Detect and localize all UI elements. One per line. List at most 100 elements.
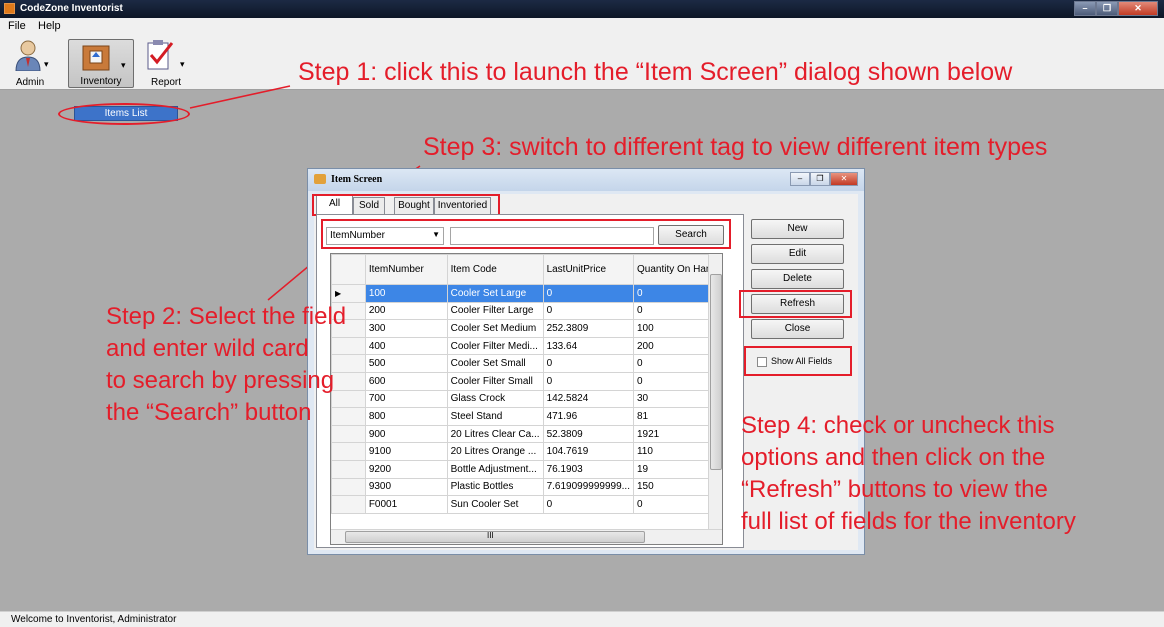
table-cell[interactable]: 76.1903 xyxy=(542,459,634,479)
table-cell[interactable]: Glass Crock xyxy=(446,389,544,409)
table-cell[interactable]: 471.96 xyxy=(542,407,634,426)
dialog-title: Item Screen xyxy=(331,174,383,185)
vertical-scroll-thumb[interactable] xyxy=(710,274,722,470)
table-cell[interactable]: Steel Stand xyxy=(446,407,544,426)
table-cell[interactable]: Sun Cooler Set xyxy=(446,495,544,514)
table-row[interactable]: 9100 20 Litres Orange ... 104.7619 110 xyxy=(331,442,722,461)
annotation-step4: Step 4: check or uncheck this options an… xyxy=(741,410,1076,538)
table-cell[interactable]: 0 xyxy=(542,495,634,514)
table-row[interactable]: 500 Cooler Set Small 0 0 xyxy=(331,354,722,373)
table-cell[interactable]: 0 xyxy=(542,371,634,391)
table-cell[interactable]: Plastic Bottles xyxy=(446,477,544,497)
table-cell[interactable]: 20 Litres Clear Ca... xyxy=(446,424,544,444)
table-cell[interactable]: 500 xyxy=(364,354,448,373)
table-cell[interactable]: 600 xyxy=(364,371,448,391)
annotation-step2-line2: and enter wild card xyxy=(106,335,309,362)
row-header[interactable] xyxy=(331,459,366,479)
dialog-minimize-button[interactable]: – xyxy=(790,172,810,186)
table-cell[interactable]: 800 xyxy=(364,407,448,426)
table-row[interactable]: 300 Cooler Set Medium 252.3809 100 xyxy=(331,319,722,338)
table-cell[interactable]: F0001 xyxy=(364,495,448,514)
annotation-step2-line1: Step 2: Select the field xyxy=(106,303,347,330)
table-cell[interactable]: 9300 xyxy=(364,477,448,497)
edit-button[interactable]: Edit xyxy=(751,244,844,264)
table-row[interactable]: ▶ 100 Cooler Set Large 0 0 xyxy=(331,284,722,303)
annotation-box-search xyxy=(321,219,731,249)
table-cell[interactable]: 100 xyxy=(364,284,448,303)
table-row[interactable]: 800 Steel Stand 471.96 81 xyxy=(331,407,722,426)
table-cell[interactable]: 20 Litres Orange ... xyxy=(446,442,544,461)
horizontal-scroll-thumb[interactable] xyxy=(345,531,645,543)
table-row[interactable]: 600 Cooler Filter Small 0 0 xyxy=(331,371,722,391)
table-cell[interactable]: Cooler Set Medium xyxy=(446,319,544,338)
table-cell[interactable]: 400 xyxy=(364,336,448,356)
table-cell[interactable]: Cooler Filter Small xyxy=(446,371,544,391)
annotation-box-refresh xyxy=(739,290,852,318)
tab-panel: ItemNumber ▼ Search ItemNumber Item Code xyxy=(316,214,744,548)
table-cell[interactable]: 900 xyxy=(364,424,448,444)
annotation-step4-line4: full list of fields for the inventory xyxy=(741,508,1076,535)
annotation-step2-line4: the “Search” button xyxy=(106,399,312,426)
table-cell[interactable]: 0 xyxy=(542,284,634,303)
vertical-scrollbar[interactable] xyxy=(708,254,722,530)
dialog-maximize-button[interactable]: ❐ xyxy=(810,172,830,186)
table-cell[interactable]: 252.3809 xyxy=(542,319,634,338)
annotation-step4-line1: Step 4: check or uncheck this xyxy=(741,412,1055,439)
table-row[interactable]: 9200 Bottle Adjustment... 76.1903 19 xyxy=(331,459,722,479)
new-button[interactable]: New xyxy=(751,219,844,239)
table-cell[interactable]: 52.3809 xyxy=(542,424,634,444)
table-row[interactable]: 200 Cooler Filter Large 0 0 xyxy=(331,301,722,321)
table-row[interactable]: 400 Cooler Filter Medi... 133.64 200 xyxy=(331,336,722,356)
table-body: ▶ 100 Cooler Set Large 0 0 200 Cooler Filter L… xyxy=(331,284,722,514)
dialog-close-button[interactable]: ✕ xyxy=(830,172,858,186)
table-cell[interactable]: 142.5824 xyxy=(542,389,634,409)
table-cell[interactable]: 104.7619 xyxy=(542,442,634,461)
scroll-grip-mark: III xyxy=(487,531,494,540)
table-cell[interactable]: 0 xyxy=(542,354,634,373)
table-cell[interactable]: 9100 xyxy=(364,442,448,461)
table-cell[interactable]: Cooler Set Large xyxy=(446,284,544,303)
dialog-window-controls: – ❐ ✕ xyxy=(790,172,858,186)
annotation-step2-line3: to search by pressing xyxy=(106,367,335,394)
annotation-box-tabs xyxy=(312,194,500,216)
row-header[interactable]: ▶ xyxy=(331,284,366,303)
step1-line xyxy=(189,85,291,109)
table-row[interactable]: 900 20 Litres Clear Ca... 52.3809 1921 xyxy=(331,424,722,444)
table-cell[interactable]: Cooler Set Small xyxy=(446,354,544,373)
column-header-itemnumber[interactable]: ItemNumber xyxy=(364,254,448,285)
table-cell[interactable]: 300 xyxy=(364,319,448,338)
annotation-step3: Step 3: switch to different tag to view … xyxy=(423,133,1048,161)
row-header[interactable] xyxy=(331,442,366,461)
table-cell[interactable]: Cooler Filter Medi... xyxy=(446,336,544,356)
table-cell[interactable]: 200 xyxy=(364,301,448,321)
table-row[interactable]: F0001 Sun Cooler Set 0 0 xyxy=(331,495,722,514)
table-cell[interactable]: Bottle Adjustment... xyxy=(446,459,544,479)
items-grid[interactable]: ItemNumber Item Code LastUnitPrice Quant… xyxy=(330,253,723,545)
annotation-box-checkbox xyxy=(744,346,852,376)
table-row[interactable]: 700 Glass Crock 142.5824 30 xyxy=(331,389,722,409)
delete-button[interactable]: Delete xyxy=(751,269,844,289)
table-cell[interactable]: 0 xyxy=(542,301,634,321)
table-cell[interactable]: 9200 xyxy=(364,459,448,479)
column-header-last-unit-price[interactable]: LastUnitPrice xyxy=(542,254,634,285)
table-cell[interactable]: Cooler Filter Large xyxy=(446,301,544,321)
close-dialog-button[interactable]: Close xyxy=(751,319,844,339)
dialog-icon xyxy=(314,174,326,184)
row-header[interactable] xyxy=(331,477,366,497)
annotation-step2: Step 2: Select the field and enter wild … xyxy=(106,301,346,429)
horizontal-scrollbar[interactable]: III xyxy=(331,529,722,544)
column-header-item-code[interactable]: Item Code xyxy=(446,254,544,285)
row-header-corner xyxy=(331,254,366,285)
table-cell[interactable]: 7.619099999999... xyxy=(542,477,634,497)
annotation-step4-line3: “Refresh” buttons to view the xyxy=(741,476,1048,503)
row-header[interactable] xyxy=(331,495,366,514)
status-bar: Welcome to Inventorist, Administrator xyxy=(0,611,1164,627)
annotation-step4-line2: options and then click on the xyxy=(741,444,1046,471)
table-row[interactable]: 9300 Plastic Bottles 7.619099999999... 150 xyxy=(331,477,722,497)
dialog-title-bar: Item Screen – ❐ ✕ xyxy=(308,169,864,191)
annotation-step1: Step 1: click this to launch the “Item S… xyxy=(298,58,1013,86)
table-cell[interactable]: 700 xyxy=(364,389,448,409)
items-table: ItemNumber Item Code LastUnitPrice Quant… xyxy=(331,254,722,514)
table-cell[interactable]: 133.64 xyxy=(542,336,634,356)
table-header-row: ItemNumber Item Code LastUnitPrice Quant… xyxy=(331,254,722,285)
